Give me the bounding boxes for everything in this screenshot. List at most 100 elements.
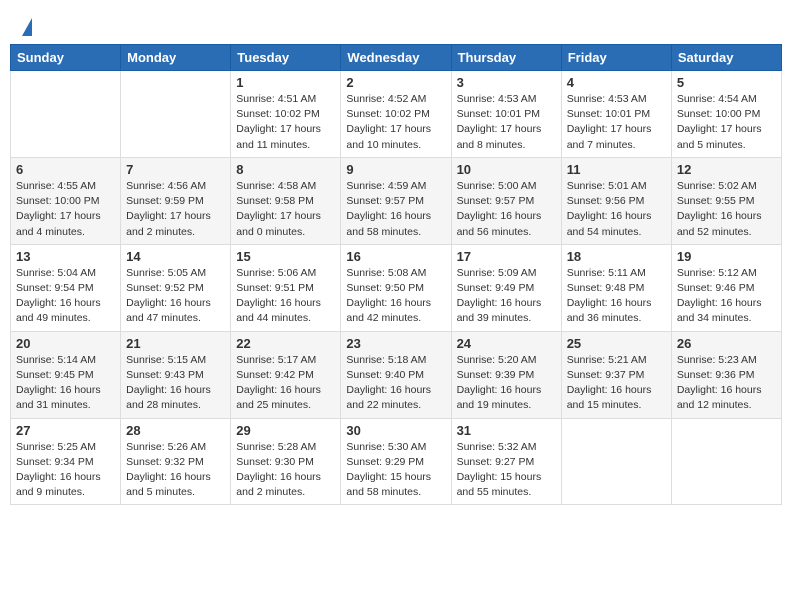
day-number: 28 bbox=[126, 423, 225, 438]
calendar-day-cell: 3 Sunrise: 4:53 AMSunset: 10:01 PMDaylig… bbox=[451, 71, 561, 158]
day-info: Sunrise: 4:52 AMSunset: 10:02 PMDaylight… bbox=[346, 93, 431, 151]
day-number: 4 bbox=[567, 75, 666, 90]
day-number: 3 bbox=[457, 75, 556, 90]
calendar-week-row: 6 Sunrise: 4:55 AMSunset: 10:00 PMDaylig… bbox=[11, 157, 782, 244]
day-number: 2 bbox=[346, 75, 445, 90]
day-number: 13 bbox=[16, 249, 115, 264]
day-number: 26 bbox=[677, 336, 776, 351]
calendar-table: SundayMondayTuesdayWednesdayThursdayFrid… bbox=[10, 44, 782, 505]
calendar-day-cell: 20 Sunrise: 5:14 AMSunset: 9:45 PMDaylig… bbox=[11, 331, 121, 418]
day-info: Sunrise: 4:58 AMSunset: 9:58 PMDaylight:… bbox=[236, 180, 321, 238]
day-info: Sunrise: 5:21 AMSunset: 9:37 PMDaylight:… bbox=[567, 354, 652, 412]
day-info: Sunrise: 5:25 AMSunset: 9:34 PMDaylight:… bbox=[16, 441, 101, 499]
calendar-day-cell: 31 Sunrise: 5:32 AMSunset: 9:27 PMDaylig… bbox=[451, 418, 561, 505]
calendar-day-cell: 24 Sunrise: 5:20 AMSunset: 9:39 PMDaylig… bbox=[451, 331, 561, 418]
calendar-day-cell: 22 Sunrise: 5:17 AMSunset: 9:42 PMDaylig… bbox=[231, 331, 341, 418]
calendar-day-cell: 11 Sunrise: 5:01 AMSunset: 9:56 PMDaylig… bbox=[561, 157, 671, 244]
day-info: Sunrise: 5:14 AMSunset: 9:45 PMDaylight:… bbox=[16, 354, 101, 412]
calendar-day-cell: 4 Sunrise: 4:53 AMSunset: 10:01 PMDaylig… bbox=[561, 71, 671, 158]
calendar-day-cell: 14 Sunrise: 5:05 AMSunset: 9:52 PMDaylig… bbox=[121, 244, 231, 331]
calendar-day-cell: 5 Sunrise: 4:54 AMSunset: 10:00 PMDaylig… bbox=[671, 71, 781, 158]
weekday-header-saturday: Saturday bbox=[671, 45, 781, 71]
day-number: 9 bbox=[346, 162, 445, 177]
day-info: Sunrise: 5:02 AMSunset: 9:55 PMDaylight:… bbox=[677, 180, 762, 238]
calendar-day-cell: 18 Sunrise: 5:11 AMSunset: 9:48 PMDaylig… bbox=[561, 244, 671, 331]
day-number: 30 bbox=[346, 423, 445, 438]
calendar-day-cell bbox=[11, 71, 121, 158]
header bbox=[10, 10, 782, 40]
weekday-header-friday: Friday bbox=[561, 45, 671, 71]
calendar-day-cell: 16 Sunrise: 5:08 AMSunset: 9:50 PMDaylig… bbox=[341, 244, 451, 331]
calendar-day-cell: 27 Sunrise: 5:25 AMSunset: 9:34 PMDaylig… bbox=[11, 418, 121, 505]
day-info: Sunrise: 5:32 AMSunset: 9:27 PMDaylight:… bbox=[457, 441, 542, 499]
calendar-week-row: 1 Sunrise: 4:51 AMSunset: 10:02 PMDaylig… bbox=[11, 71, 782, 158]
calendar-day-cell: 9 Sunrise: 4:59 AMSunset: 9:57 PMDayligh… bbox=[341, 157, 451, 244]
logo-triangle-icon bbox=[22, 18, 32, 36]
calendar-day-cell: 29 Sunrise: 5:28 AMSunset: 9:30 PMDaylig… bbox=[231, 418, 341, 505]
calendar-day-cell: 12 Sunrise: 5:02 AMSunset: 9:55 PMDaylig… bbox=[671, 157, 781, 244]
day-number: 8 bbox=[236, 162, 335, 177]
calendar-day-cell: 19 Sunrise: 5:12 AMSunset: 9:46 PMDaylig… bbox=[671, 244, 781, 331]
day-info: Sunrise: 4:59 AMSunset: 9:57 PMDaylight:… bbox=[346, 180, 431, 238]
day-info: Sunrise: 4:51 AMSunset: 10:02 PMDaylight… bbox=[236, 93, 321, 151]
day-number: 6 bbox=[16, 162, 115, 177]
day-info: Sunrise: 5:04 AMSunset: 9:54 PMDaylight:… bbox=[16, 267, 101, 325]
day-info: Sunrise: 5:26 AMSunset: 9:32 PMDaylight:… bbox=[126, 441, 211, 499]
day-number: 17 bbox=[457, 249, 556, 264]
day-info: Sunrise: 5:17 AMSunset: 9:42 PMDaylight:… bbox=[236, 354, 321, 412]
calendar-week-row: 13 Sunrise: 5:04 AMSunset: 9:54 PMDaylig… bbox=[11, 244, 782, 331]
day-number: 25 bbox=[567, 336, 666, 351]
day-info: Sunrise: 5:20 AMSunset: 9:39 PMDaylight:… bbox=[457, 354, 542, 412]
day-number: 31 bbox=[457, 423, 556, 438]
day-number: 21 bbox=[126, 336, 225, 351]
calendar-day-cell bbox=[121, 71, 231, 158]
day-info: Sunrise: 4:53 AMSunset: 10:01 PMDaylight… bbox=[567, 93, 652, 151]
calendar-day-cell: 30 Sunrise: 5:30 AMSunset: 9:29 PMDaylig… bbox=[341, 418, 451, 505]
day-info: Sunrise: 4:55 AMSunset: 10:00 PMDaylight… bbox=[16, 180, 101, 238]
calendar-day-cell: 25 Sunrise: 5:21 AMSunset: 9:37 PMDaylig… bbox=[561, 331, 671, 418]
calendar-day-cell: 28 Sunrise: 5:26 AMSunset: 9:32 PMDaylig… bbox=[121, 418, 231, 505]
weekday-header-tuesday: Tuesday bbox=[231, 45, 341, 71]
day-number: 18 bbox=[567, 249, 666, 264]
day-number: 19 bbox=[677, 249, 776, 264]
day-number: 20 bbox=[16, 336, 115, 351]
calendar-week-row: 27 Sunrise: 5:25 AMSunset: 9:34 PMDaylig… bbox=[11, 418, 782, 505]
day-info: Sunrise: 5:23 AMSunset: 9:36 PMDaylight:… bbox=[677, 354, 762, 412]
day-number: 15 bbox=[236, 249, 335, 264]
calendar-day-cell bbox=[671, 418, 781, 505]
calendar-day-cell: 8 Sunrise: 4:58 AMSunset: 9:58 PMDayligh… bbox=[231, 157, 341, 244]
day-info: Sunrise: 5:11 AMSunset: 9:48 PMDaylight:… bbox=[567, 267, 652, 325]
weekday-header-wednesday: Wednesday bbox=[341, 45, 451, 71]
day-info: Sunrise: 4:54 AMSunset: 10:00 PMDaylight… bbox=[677, 93, 762, 151]
day-info: Sunrise: 5:28 AMSunset: 9:30 PMDaylight:… bbox=[236, 441, 321, 499]
day-number: 14 bbox=[126, 249, 225, 264]
day-number: 1 bbox=[236, 75, 335, 90]
calendar-day-cell: 2 Sunrise: 4:52 AMSunset: 10:02 PMDaylig… bbox=[341, 71, 451, 158]
calendar-day-cell: 7 Sunrise: 4:56 AMSunset: 9:59 PMDayligh… bbox=[121, 157, 231, 244]
day-info: Sunrise: 5:15 AMSunset: 9:43 PMDaylight:… bbox=[126, 354, 211, 412]
calendar-day-cell: 13 Sunrise: 5:04 AMSunset: 9:54 PMDaylig… bbox=[11, 244, 121, 331]
day-info: Sunrise: 5:08 AMSunset: 9:50 PMDaylight:… bbox=[346, 267, 431, 325]
day-info: Sunrise: 5:06 AMSunset: 9:51 PMDaylight:… bbox=[236, 267, 321, 325]
calendar-day-cell: 10 Sunrise: 5:00 AMSunset: 9:57 PMDaylig… bbox=[451, 157, 561, 244]
day-info: Sunrise: 5:18 AMSunset: 9:40 PMDaylight:… bbox=[346, 354, 431, 412]
day-number: 11 bbox=[567, 162, 666, 177]
day-number: 5 bbox=[677, 75, 776, 90]
calendar-day-cell: 15 Sunrise: 5:06 AMSunset: 9:51 PMDaylig… bbox=[231, 244, 341, 331]
day-number: 27 bbox=[16, 423, 115, 438]
day-number: 22 bbox=[236, 336, 335, 351]
day-info: Sunrise: 5:30 AMSunset: 9:29 PMDaylight:… bbox=[346, 441, 431, 499]
day-info: Sunrise: 4:53 AMSunset: 10:01 PMDaylight… bbox=[457, 93, 542, 151]
weekday-header-monday: Monday bbox=[121, 45, 231, 71]
calendar-week-row: 20 Sunrise: 5:14 AMSunset: 9:45 PMDaylig… bbox=[11, 331, 782, 418]
day-number: 12 bbox=[677, 162, 776, 177]
day-info: Sunrise: 5:12 AMSunset: 9:46 PMDaylight:… bbox=[677, 267, 762, 325]
calendar-day-cell: 21 Sunrise: 5:15 AMSunset: 9:43 PMDaylig… bbox=[121, 331, 231, 418]
calendar-day-cell: 26 Sunrise: 5:23 AMSunset: 9:36 PMDaylig… bbox=[671, 331, 781, 418]
weekday-header-sunday: Sunday bbox=[11, 45, 121, 71]
calendar-day-cell: 6 Sunrise: 4:55 AMSunset: 10:00 PMDaylig… bbox=[11, 157, 121, 244]
day-info: Sunrise: 4:56 AMSunset: 9:59 PMDaylight:… bbox=[126, 180, 211, 238]
logo bbox=[20, 18, 32, 36]
day-number: 10 bbox=[457, 162, 556, 177]
day-info: Sunrise: 5:01 AMSunset: 9:56 PMDaylight:… bbox=[567, 180, 652, 238]
